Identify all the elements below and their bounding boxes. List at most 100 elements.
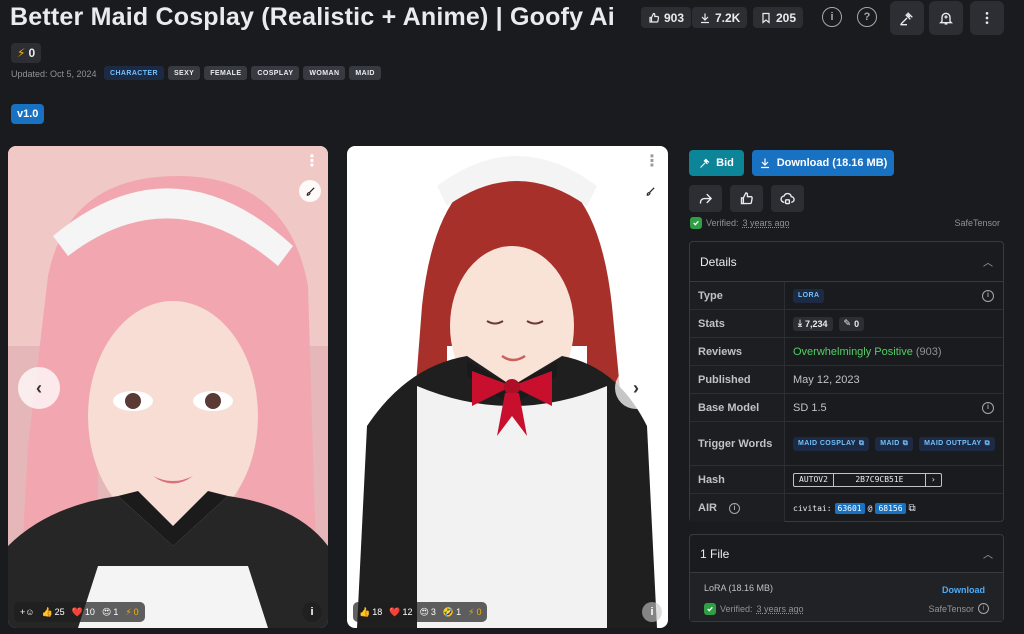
reaction-love-face[interactable]: 😍 3	[419, 607, 435, 618]
air-label: AIR	[698, 502, 717, 514]
brush-icon: ✎	[843, 318, 852, 328]
details-header[interactable]: Details ︿	[690, 242, 1003, 282]
reaction-buzz[interactable]: ⚡ 0	[125, 607, 138, 618]
tag-cosplay[interactable]: COSPLAY	[251, 66, 300, 80]
download-button[interactable]: Download (18.16 MB)	[752, 150, 894, 176]
tag-sexy[interactable]: SEXY	[167, 66, 201, 80]
verified-time: 3 years ago	[742, 218, 790, 228]
chevron-up-icon[interactable]: ︿	[983, 546, 993, 561]
bid-button[interactable]: Bid	[689, 150, 744, 176]
info-icon[interactable]: i	[978, 603, 989, 614]
reaction-laugh[interactable]: 🤣 1	[443, 607, 461, 618]
detail-row-trigger-words: Trigger Words MAID COSPLAY ⧉ MAID ⧉ MAID O…	[690, 422, 1003, 466]
trigger-word: MAID	[880, 440, 900, 447]
info-icon[interactable]: i	[982, 289, 994, 302]
like-count-button[interactable]: 903	[641, 7, 692, 28]
reaction-heart[interactable]: ❤️ 12	[389, 607, 412, 618]
info-icon[interactable]: i	[982, 401, 994, 414]
tag-woman[interactable]: WOMAN	[303, 66, 346, 80]
hash-type[interactable]: AUTOV2	[794, 473, 834, 486]
chevron-up-icon[interactable]: ︿	[983, 254, 993, 269]
copy-icon: ⧉	[902, 439, 909, 447]
hash-box[interactable]: AUTOV2 2B7C9CB51E ›	[793, 472, 942, 487]
tag-maid[interactable]: MAID	[349, 66, 381, 80]
carousel-prev-button[interactable]: ‹	[18, 367, 60, 409]
updated-date: Updated: Oct 5, 2024	[11, 69, 97, 79]
buzz-badge[interactable]: ⚡ 0	[11, 43, 42, 63]
stats-buzz-badge: ✎ 0	[838, 316, 865, 331]
generate-button[interactable]	[771, 185, 804, 212]
more-vertical-icon	[985, 12, 989, 24]
bookmark-count-button[interactable]: 205	[753, 7, 804, 28]
reaction-count: 0	[133, 607, 139, 617]
image-info-icon[interactable]: i	[642, 602, 662, 622]
verified-label: Verified:	[720, 604, 753, 614]
file-format: SafeTensor i	[928, 603, 989, 614]
bid-gavel-button[interactable]	[890, 1, 924, 35]
share-icon	[699, 193, 713, 204]
reaction-count: 0	[476, 607, 482, 617]
copy-icon[interactable]: ⧉	[909, 503, 916, 514]
add-reaction-icon[interactable]: +☺	[20, 607, 34, 617]
gallery-card-1[interactable]: ⋮ ‹ +☺ 👍 25 ❤️ 10 😍 1 ⚡ 0 i	[8, 146, 328, 628]
remix-brush-button[interactable]	[299, 180, 321, 202]
chevron-right-icon[interactable]: ›	[926, 474, 941, 486]
stats-download-count: 7,234	[804, 318, 828, 329]
safetensor-label: SafeTensor	[954, 218, 1000, 228]
reviews-summary-link[interactable]: Overwhelmingly Positive	[793, 346, 913, 358]
file-download-link[interactable]: Download	[942, 585, 985, 595]
card-menu-icon[interactable]: ⋮	[304, 154, 320, 170]
image-info-icon[interactable]: i	[302, 602, 322, 622]
tag-female[interactable]: FEMALE	[204, 66, 248, 80]
detail-row-stats: Stats ⤓ 7,234 ✎ 0	[690, 310, 1003, 338]
reaction-heart[interactable]: ❤️ 10	[72, 607, 95, 618]
reaction-count: 1	[456, 607, 462, 617]
reaction-buzz[interactable]: ⚡ 0	[468, 607, 481, 618]
reaction-love-face[interactable]: 😍 1	[102, 607, 118, 618]
reaction-thumbs[interactable]: 👍 25	[41, 607, 64, 618]
like-count: 903	[664, 10, 685, 25]
notification-button[interactable]	[929, 1, 963, 35]
published-date: May 12, 2023	[793, 373, 860, 386]
verified-status: Verified: 3 years ago	[690, 217, 790, 229]
air-identifier[interactable]: civitai: 63601 @ 68156 ⧉	[793, 502, 916, 514]
more-menu-button[interactable]	[970, 1, 1004, 35]
detail-label: Base Model	[690, 394, 785, 421]
download-count-button[interactable]: 7.2K	[692, 7, 748, 28]
file-item: LoRA (18.16 MB) Download Verified: 3 yea…	[690, 573, 1003, 621]
bid-label: Bid	[716, 157, 734, 169]
detail-label: Stats	[690, 310, 785, 337]
detail-label: Published	[690, 366, 785, 393]
info-icon[interactable]: i	[728, 502, 740, 514]
reaction-count: 12	[402, 607, 413, 617]
trigger-word-chip[interactable]: MAID OUTPLAY ⧉	[919, 436, 995, 451]
reaction-count: 10	[84, 607, 95, 617]
stats-download-badge: ⤓ 7,234	[793, 316, 833, 331]
shield-check-icon	[690, 217, 702, 229]
tag-character[interactable]: CHARACTER	[104, 66, 164, 80]
card-menu-icon[interactable]: ⋮	[644, 154, 660, 170]
stats-buzz-count: 0	[854, 318, 860, 329]
remix-brush-button[interactable]	[639, 180, 661, 202]
detail-row-base-model: Base Model SD 1.5 i	[690, 394, 1003, 422]
download-icon: ⤓	[798, 318, 802, 328]
reaction-thumbs[interactable]: 👍 18	[359, 607, 382, 618]
version-badge[interactable]: v1.0	[11, 104, 45, 124]
page-title: Better Maid Cosplay (Realistic + Anime) …	[10, 3, 615, 31]
carousel-next-button[interactable]: ›	[615, 367, 657, 409]
bell-plus-icon	[939, 12, 953, 25]
files-header[interactable]: 1 File ︿	[690, 535, 1003, 573]
review-like-button[interactable]	[730, 185, 763, 212]
share-button[interactable]	[689, 185, 722, 212]
air-model-id: 63601	[834, 502, 865, 514]
trigger-word-chip[interactable]: MAID ⧉	[875, 436, 914, 451]
trigger-word-chip[interactable]: MAID COSPLAY ⧉	[793, 436, 870, 451]
hash-value[interactable]: 2B7C9CB51E	[834, 473, 926, 486]
detail-label: Reviews	[690, 338, 785, 365]
help-icon[interactable]: ?	[857, 7, 877, 27]
download-icon	[701, 13, 709, 23]
gallery-card-2[interactable]: ⋮ › 👍 18 ❤️ 12 😍 3 🤣 1 ⚡ 0 i	[347, 146, 668, 628]
files-panel: 1 File ︿ LoRA (18.16 MB) Download Verifi…	[689, 534, 1004, 622]
copy-icon: ⧉	[984, 439, 990, 447]
info-icon[interactable]: i	[822, 7, 842, 27]
